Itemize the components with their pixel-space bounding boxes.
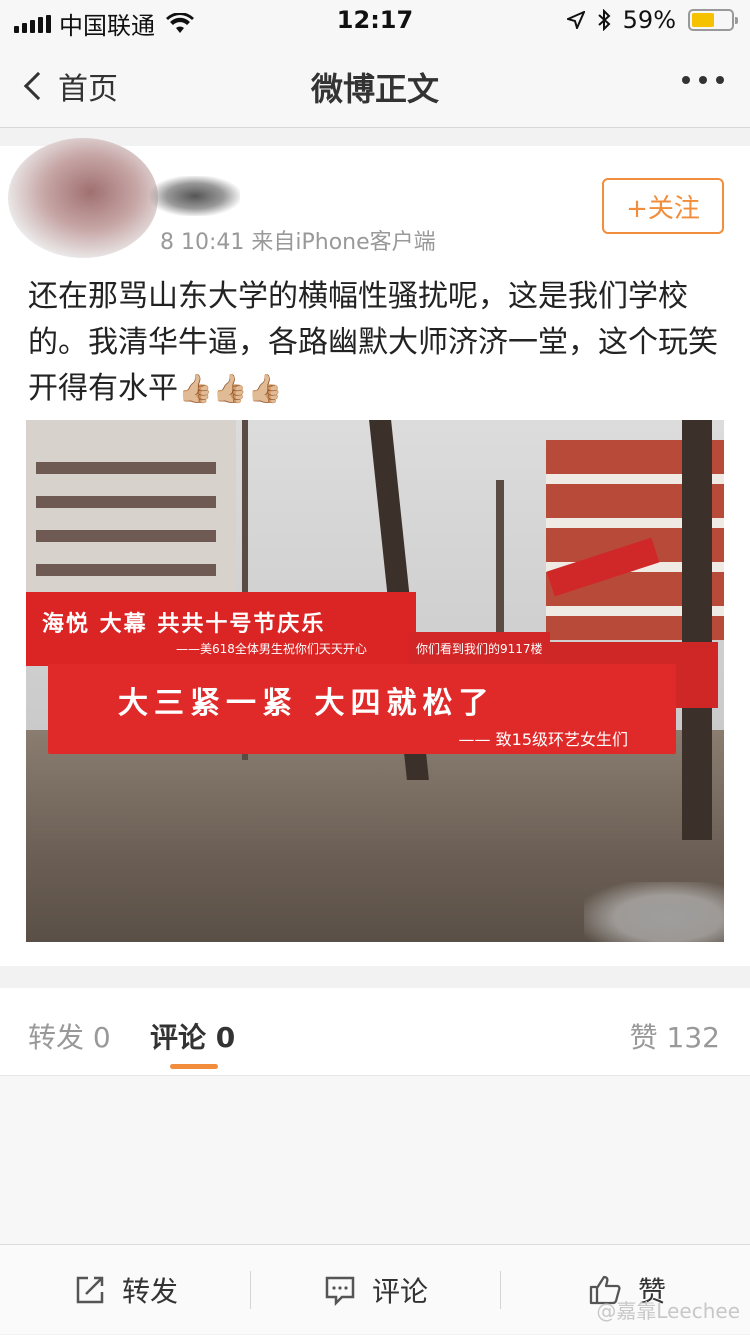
bottom-action-bar: 转发 评论 赞 @嘉靠Leechee <box>0 1244 750 1334</box>
banner-back-title: 海悦 大幕 共共十号节庆乐 <box>42 612 326 637</box>
banner-main: 大三紧一紧 大四就松了 —— 致15级环艺女生们 <box>48 664 676 754</box>
battery-percent: 59% <box>622 6 676 34</box>
repost-label: 转发 <box>122 1275 179 1308</box>
watermark: @嘉靠Leechee <box>596 1299 740 1323</box>
blur-patch <box>584 882 724 942</box>
post-card: 8 10:41 来自iPhone客户端 +关注 还在那骂山东大学的横幅性骚扰呢，… <box>0 138 750 966</box>
bluetooth-icon <box>597 9 611 31</box>
building-left-windows <box>36 440 216 590</box>
post-photo[interactable]: 海悦 大幕 共共十号节庆乐 ——美618全体男生祝你们天天开心 你们看到我们的9… <box>26 420 724 942</box>
repost-button[interactable]: 转发 <box>74 1245 178 1335</box>
divider <box>250 1271 251 1309</box>
tree-trunk <box>682 420 712 840</box>
tab-like[interactable]: 赞 132 <box>630 1016 720 1056</box>
more-icon[interactable] <box>682 76 724 84</box>
battery-icon <box>688 9 738 31</box>
banner-main-sub: —— 致15级环艺女生们 <box>458 730 628 749</box>
divider <box>500 1271 501 1309</box>
navigation-bar: 首页 微博正文 <box>0 40 750 128</box>
banner-back-sub: ——美618全体男生祝你们天天开心 <box>176 642 367 656</box>
post-body: 还在那骂山东大学的横幅性骚扰呢，这是我们学校的。我清华牛逼，各路幽默大师济济一堂… <box>28 279 718 406</box>
thumbs-up-emoji: 👍🏼👍🏼👍🏼 <box>178 372 283 405</box>
follow-button[interactable]: +关注 <box>602 178 724 234</box>
status-bar: 中国联通 12:17 59% <box>0 0 750 40</box>
comment-button[interactable]: 评论 <box>324 1245 428 1335</box>
tab-active-indicator <box>170 1064 218 1069</box>
location-icon <box>566 11 585 29</box>
post-meta: 8 10:41 来自iPhone客户端 <box>160 230 436 255</box>
tab-repost[interactable]: 转发 0 <box>28 1016 111 1056</box>
banner-mid: 你们看到我们的9117楼 <box>410 632 550 668</box>
banner-back: 海悦 大幕 共共十号节庆乐 ——美618全体男生祝你们天天开心 <box>26 592 416 666</box>
tab-comment[interactable]: 评论 0 <box>150 1016 235 1056</box>
status-right: 59% <box>566 6 738 34</box>
post-text: 还在那骂山东大学的横幅性骚扰呢，这是我们学校的。我清华牛逼，各路幽默大师济济一堂… <box>28 274 724 412</box>
repost-icon <box>76 1276 104 1304</box>
comment-icon <box>325 1276 355 1306</box>
comments-list <box>0 1076 750 1244</box>
page-title: 微博正文 <box>310 70 439 108</box>
banner-main-title: 大三紧一紧 大四就松了 <box>118 686 495 721</box>
comment-label: 评论 <box>372 1275 429 1308</box>
interaction-tabs: 转发 0 评论 0 赞 132 <box>0 988 750 1076</box>
banner-mid-text: 你们看到我们的9117楼 <box>416 642 543 656</box>
